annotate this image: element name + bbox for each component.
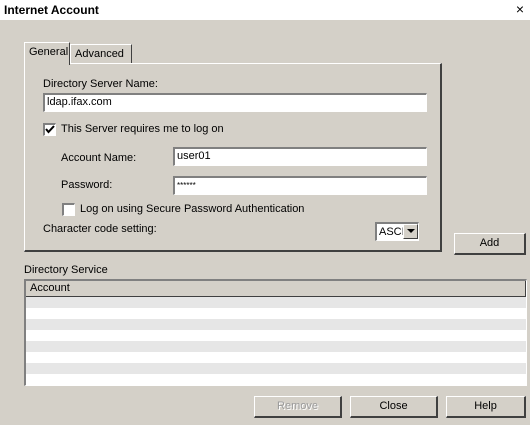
list-row[interactable] [26,374,526,385]
charset-select[interactable]: ASCII [375,222,419,241]
help-button[interactable]: Help [446,396,526,418]
add-button[interactable]: Add [454,233,526,255]
window-title: Internet Account [4,3,99,17]
password-input[interactable]: ****** [173,176,427,195]
tab-advanced[interactable]: Advanced [70,44,132,64]
account-name-input[interactable]: user01 [173,147,427,166]
list-row[interactable] [26,341,526,352]
account-column-label: Account [30,282,70,294]
account-column-header[interactable]: Account [26,281,526,297]
list-row[interactable] [26,319,526,330]
checkmark-icon [45,125,55,134]
directory-server-label: Directory Server Name: [43,78,158,90]
dropdown-button[interactable] [403,224,418,239]
spa-label: Log on using Secure Password Authenticat… [80,203,305,215]
account-name-label: Account Name: [61,152,137,164]
remove-button[interactable]: Remove [254,396,342,418]
list-row[interactable] [26,330,526,341]
list-row[interactable] [26,352,526,363]
title-bar[interactable]: Internet Account × [0,0,530,20]
tab-general[interactable]: General [24,42,70,65]
tab-general-label: General [29,46,69,58]
close-button[interactable]: Close [350,396,438,418]
directory-server-input[interactable]: ldap.ifax.com [43,93,427,112]
password-label: Password: [61,179,113,191]
requires-logon-label: This Server requires me to log on [61,123,224,135]
list-row[interactable] [26,297,526,308]
tab-advanced-label: Advanced [75,48,124,60]
directory-service-label: Directory Service [24,264,108,276]
internet-account-dialog: Internet Account × General Advanced Dire… [0,0,530,425]
list-row[interactable] [26,363,526,374]
directory-service-list[interactable]: Account [24,279,527,386]
list-row[interactable] [26,308,526,319]
charset-label: Character code setting: [43,223,157,235]
chevron-down-icon [407,229,415,233]
spa-checkbox[interactable] [62,203,75,216]
close-icon[interactable]: × [516,1,524,17]
requires-logon-checkbox[interactable] [43,123,56,136]
general-tab-panel: Directory Server Name: ldap.ifax.com Thi… [24,63,442,252]
